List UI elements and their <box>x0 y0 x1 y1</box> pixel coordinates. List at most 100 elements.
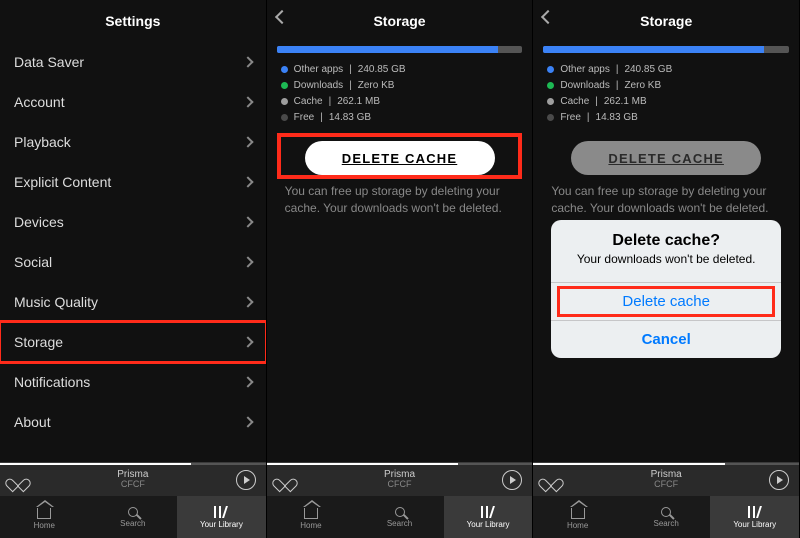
back-icon[interactable] <box>541 10 555 24</box>
chevron-right-icon <box>242 56 253 67</box>
row-explicit-content[interactable]: Explicit Content <box>0 162 266 202</box>
heart-icon[interactable] <box>277 473 291 487</box>
now-playing-progress <box>0 463 191 465</box>
dot-icon <box>547 98 554 105</box>
storage-info-text: You can free up storage by deleting your… <box>267 183 533 217</box>
dot-icon <box>281 82 288 89</box>
storage-info-text: You can free up storage by deleting your… <box>533 183 799 217</box>
legend-free: Free|14.83 GB <box>281 109 519 125</box>
chevron-right-icon <box>242 216 253 227</box>
row-data-saver[interactable]: Data Saver <box>0 42 266 82</box>
now-playing-progress <box>267 463 458 465</box>
row-storage[interactable]: Storage <box>0 322 266 362</box>
chevron-right-icon <box>242 336 253 347</box>
tab-library[interactable]: Your Library <box>710 496 799 538</box>
chevron-right-icon <box>242 256 253 267</box>
heart-icon[interactable] <box>10 473 24 487</box>
legend-free: Free|14.83 GB <box>547 109 785 125</box>
page-title: Settings <box>105 13 160 29</box>
page-title: Storage <box>640 13 692 29</box>
bottom-tabs: Home Search Your Library <box>0 496 266 538</box>
now-playing-bar[interactable]: Prisma CFCF <box>267 462 533 496</box>
delete-cache-dialog: Delete cache? Your downloads won't be de… <box>551 220 781 358</box>
play-icon <box>777 476 783 484</box>
chevron-right-icon <box>242 416 253 427</box>
settings-list: Data Saver Account Playback Explicit Con… <box>0 42 266 462</box>
row-about[interactable]: About <box>0 402 266 442</box>
now-playing-artist: CFCF <box>117 480 148 490</box>
dialog-cancel-button[interactable]: Cancel <box>551 320 781 358</box>
row-music-quality[interactable]: Music Quality <box>0 282 266 322</box>
library-icon <box>481 505 495 518</box>
delete-cache-button[interactable]: DELETE CACHE <box>305 141 495 175</box>
legend-downloads: Downloads|Zero KB <box>281 77 519 93</box>
back-icon[interactable] <box>275 10 289 24</box>
dialog-message: Your downloads won't be deleted. <box>551 252 781 282</box>
heart-icon[interactable] <box>543 473 557 487</box>
chevron-right-icon <box>242 96 253 107</box>
now-playing-artist: CFCF <box>651 480 682 490</box>
legend-cache: Cache|262.1 MB <box>547 93 785 109</box>
tab-home[interactable]: Home <box>267 496 356 538</box>
tab-home[interactable]: Home <box>533 496 622 538</box>
storage-legend: Other apps|240.85 GB Downloads|Zero KB C… <box>267 61 533 125</box>
chevron-right-icon <box>242 376 253 387</box>
chevron-right-icon <box>242 176 253 187</box>
dialog-confirm-button[interactable]: Delete cache <box>551 282 781 320</box>
dot-icon <box>281 114 288 121</box>
home-icon <box>571 508 585 519</box>
legend-other-apps: Other apps|240.85 GB <box>547 61 785 77</box>
dot-icon <box>547 82 554 89</box>
dot-icon <box>547 114 554 121</box>
dialog-title: Delete cache? <box>551 220 781 252</box>
chevron-right-icon <box>242 136 253 147</box>
tab-library[interactable]: Your Library <box>177 496 266 538</box>
storage-legend: Other apps|240.85 GB Downloads|Zero KB C… <box>533 61 799 125</box>
play-button[interactable] <box>769 470 789 490</box>
now-playing-artist: CFCF <box>384 480 415 490</box>
legend-other-apps: Other apps|240.85 GB <box>281 61 519 77</box>
row-account[interactable]: Account <box>0 82 266 122</box>
row-playback[interactable]: Playback <box>0 122 266 162</box>
bottom-tabs: Home Search Your Library <box>267 496 533 538</box>
row-notifications[interactable]: Notifications <box>0 362 266 402</box>
search-icon <box>395 507 405 517</box>
bottom-tabs: Home Search Your Library <box>533 496 799 538</box>
chevron-right-icon <box>242 296 253 307</box>
storage-content: Other apps|240.85 GB Downloads|Zero KB C… <box>267 42 533 462</box>
play-button[interactable] <box>502 470 522 490</box>
pane-storage-dialog: Storage Other apps|240.85 GB Downloads|Z… <box>533 0 800 538</box>
play-button[interactable] <box>236 470 256 490</box>
row-social[interactable]: Social <box>0 242 266 282</box>
tab-library[interactable]: Your Library <box>444 496 533 538</box>
now-playing-bar[interactable]: Prisma CFCF <box>0 462 266 496</box>
storage-bar <box>543 46 789 53</box>
library-icon <box>214 505 228 518</box>
tab-home[interactable]: Home <box>0 496 89 538</box>
now-playing-bar[interactable]: Prisma CFCF <box>533 462 799 496</box>
search-icon <box>661 507 671 517</box>
storage-content: Other apps|240.85 GB Downloads|Zero KB C… <box>533 42 799 462</box>
row-devices[interactable]: Devices <box>0 202 266 242</box>
topbar: Storage <box>533 0 799 42</box>
tab-search[interactable]: Search <box>355 496 444 538</box>
play-icon <box>244 476 250 484</box>
page-title: Storage <box>373 13 425 29</box>
play-icon <box>510 476 516 484</box>
legend-cache: Cache|262.1 MB <box>281 93 519 109</box>
home-icon <box>304 508 318 519</box>
legend-downloads: Downloads|Zero KB <box>547 77 785 93</box>
dot-icon <box>281 98 288 105</box>
delete-cache-button[interactable]: DELETE CACHE <box>571 141 761 175</box>
pane-settings: Settings Data Saver Account Playback Exp… <box>0 0 267 538</box>
topbar: Settings <box>0 0 266 42</box>
now-playing-progress <box>533 463 724 465</box>
dot-icon <box>281 66 288 73</box>
search-icon <box>128 507 138 517</box>
storage-bar <box>277 46 523 53</box>
tab-search[interactable]: Search <box>622 496 711 538</box>
tab-search[interactable]: Search <box>89 496 178 538</box>
topbar: Storage <box>267 0 533 42</box>
library-icon <box>748 505 762 518</box>
dot-icon <box>547 66 554 73</box>
